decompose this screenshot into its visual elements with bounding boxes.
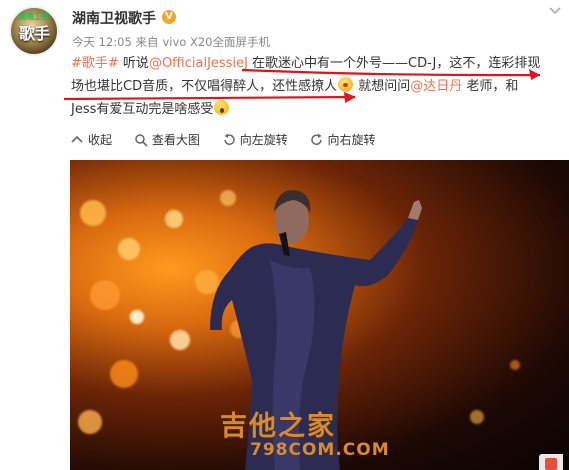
post-meta: 今天 12:05 来自 vivo X20全面屏手机	[72, 34, 270, 50]
post-time[interactable]: 今天 12:05	[72, 35, 132, 49]
more-options-chevron-icon[interactable]	[545, 2, 565, 22]
post-text-1: 听说	[118, 56, 149, 71]
watermark-url: 798COM.COM	[250, 440, 390, 460]
rotate-left-icon	[223, 133, 235, 145]
view-large-button[interactable]: 查看大图	[134, 131, 200, 148]
mention-link-jessiej[interactable]: @OfficialJessieJ	[149, 56, 248, 71]
post-line-1: #歌手# 听说@OfficialJessieJ 在歌迷心中有一个外号——CD-J…	[71, 52, 551, 75]
post-text-4: 就想问问	[354, 79, 411, 94]
post-line-3: Jess有爱互动完是啥感受	[71, 98, 551, 121]
source-prefix: 来自	[135, 35, 159, 49]
image-toolbar: 收起 查看大图 向左旋转 向右旋转	[70, 131, 394, 153]
magnify-icon	[135, 133, 148, 147]
watermark-text: 吉他之家	[220, 411, 336, 442]
rotate-right-button[interactable]: 向右旋转	[310, 131, 376, 148]
rotate-right-label: 向右旋转	[327, 133, 376, 147]
post-text-6: Jess有爱互动完是啥感受	[71, 102, 214, 117]
rotate-right-icon	[310, 133, 322, 145]
rotate-left-label: 向左旋转	[239, 133, 288, 147]
collapse-icon	[71, 135, 83, 143]
view-large-label: 查看大图	[151, 133, 200, 147]
corner-widget-icon[interactable]	[539, 454, 563, 470]
post-text: #歌手# 听说@OfficialJessieJ 在歌迷心中有一个外号——CD-J…	[71, 52, 551, 121]
post-text-2: 在歌迷心中有一个外号——CD-J，这不，连彩排现	[247, 56, 541, 71]
avatar[interactable]: 湖南卫视 歌手	[9, 6, 59, 56]
post-text-3: 场也堪比CD音质，不仅唱得醉人，还性感撩人	[71, 79, 338, 94]
post-photo[interactable]: 吉他之家 798COM.COM	[70, 160, 569, 470]
avatar-text: 歌手	[18, 24, 50, 43]
collapse-button[interactable]: 收起	[70, 131, 112, 148]
heart-eyes-emoji-icon	[338, 77, 354, 92]
collapse-label: 收起	[88, 133, 113, 147]
account-name[interactable]: 湖南卫视歌手	[72, 8, 156, 28]
post-line-2: 场也堪比CD音质，不仅唱得醉人，还性感撩人 就想问问@达日丹 老师，和	[71, 75, 551, 98]
rotate-left-button[interactable]: 向左旋转	[222, 131, 288, 148]
post-source[interactable]: vivo X20全面屏手机	[162, 35, 270, 49]
verified-badge-icon: V	[162, 10, 176, 24]
post-text-5: 老师，和	[462, 79, 519, 94]
mention-link-dariidan[interactable]: @达日丹	[410, 79, 462, 94]
shocked-emoji-icon	[214, 100, 230, 115]
hashtag-link[interactable]: #歌手#	[71, 56, 119, 71]
